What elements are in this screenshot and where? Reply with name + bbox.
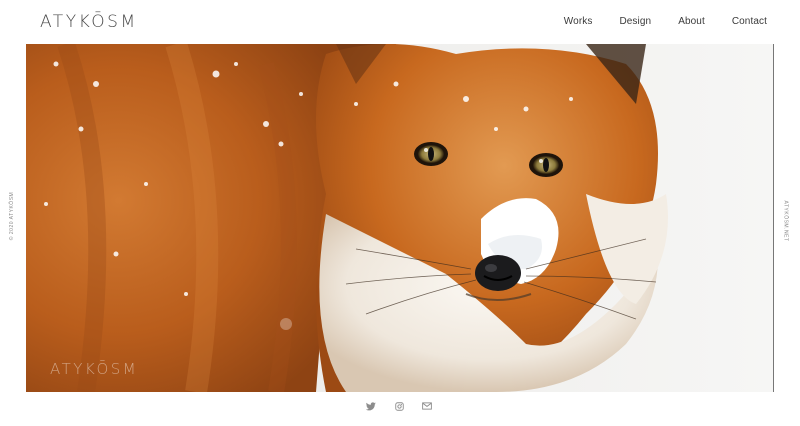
copyright-text: © 2020 ATYKŌSM	[9, 191, 16, 241]
site-logo[interactable]: ATYKŌSM	[40, 11, 138, 33]
nav-design-link[interactable]: Design	[619, 15, 651, 29]
mail-icon[interactable]	[420, 400, 434, 412]
twitter-icon[interactable]	[364, 400, 378, 412]
nav-contact-link[interactable]: Contact	[732, 15, 767, 29]
instagram-icon[interactable]	[392, 400, 406, 412]
fox-illustration	[26, 44, 774, 392]
copyright-side: © 2020 ATYKŌSM	[6, 186, 18, 246]
domain-text: ATYKŌSM.NET	[782, 200, 788, 242]
nav-works-link[interactable]: Works	[564, 15, 593, 29]
hero-image: ATYKŌSM	[26, 44, 774, 392]
page: ATYKŌSM Works Design About Contact © 202…	[0, 0, 800, 426]
social-links	[364, 400, 434, 412]
nav-about-link[interactable]: About	[678, 15, 705, 29]
hero-divider	[773, 44, 774, 392]
hero-watermark: ATYKŌSM	[50, 360, 139, 378]
domain-side: ATYKŌSM.NET	[779, 196, 791, 246]
main-nav: Works Design About Contact	[564, 15, 767, 29]
